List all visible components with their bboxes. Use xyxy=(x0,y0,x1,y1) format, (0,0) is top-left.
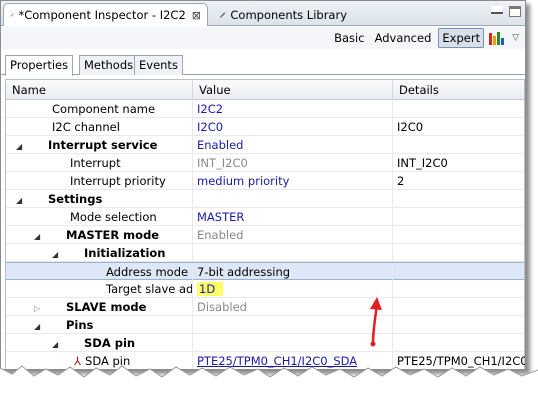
expand-arrow-icon[interactable]: ◢ xyxy=(52,338,62,352)
property-value[interactable]: Enabled xyxy=(193,226,393,244)
property-name: SDA pin xyxy=(84,336,136,350)
property-details: 2 xyxy=(397,174,405,188)
table-row[interactable]: I2C channel I2C0 I2C0 xyxy=(6,118,524,136)
table-row[interactable]: ◢ Settings xyxy=(6,190,524,208)
table-row[interactable]: ◢ SDA pin xyxy=(6,334,524,352)
components-library-icon xyxy=(219,11,226,18)
window-controls xyxy=(491,6,521,17)
property-details xyxy=(393,334,525,352)
minimize-icon[interactable] xyxy=(491,6,503,14)
property-group: ◢ SDA pin xyxy=(6,334,193,352)
property-value[interactable]: INT_I2C0 xyxy=(193,154,393,172)
property-name: Component name xyxy=(6,100,193,118)
property-value[interactable]: Enabled xyxy=(193,136,393,154)
tab-properties[interactable]: Properties xyxy=(5,55,74,76)
table-row[interactable]: ◢ Initialization xyxy=(6,244,524,262)
property-name: Interrupt priority xyxy=(6,172,193,190)
table-row[interactable]: Component name I2C2 xyxy=(6,100,524,118)
property-name: Address mode xyxy=(6,263,193,281)
property-details xyxy=(393,208,525,226)
advanced-mode-button[interactable]: Advanced xyxy=(372,29,435,47)
table-row[interactable]: Target slave add 1D H xyxy=(6,280,524,298)
table-row[interactable]: ◢ Interrupt service Enabled xyxy=(6,136,524,154)
value-input[interactable]: 1D xyxy=(197,282,224,296)
property-value[interactable] xyxy=(193,244,393,262)
property-details: INT_I2C0 xyxy=(397,156,448,170)
tab-components-library[interactable]: Components Library xyxy=(213,3,353,26)
property-details xyxy=(393,280,525,298)
table-row-selected[interactable]: Address mode 7-bit addressing xyxy=(6,262,525,281)
close-icon[interactable]: ⊠ xyxy=(192,9,201,22)
expand-arrow-icon[interactable]: ◢ xyxy=(16,194,26,208)
component-inspector-icon xyxy=(10,13,15,17)
tab-label: Components Library xyxy=(230,7,347,22)
property-name: Target slave add xyxy=(6,280,193,298)
torn-edge-decoration xyxy=(0,365,538,407)
table-row[interactable]: ◢ Pins xyxy=(6,316,524,334)
property-value[interactable]: MASTER xyxy=(193,208,393,226)
property-details: I2C0 xyxy=(397,120,424,134)
collapsed-arrow-icon[interactable]: ▷ xyxy=(34,302,44,316)
property-name: SLAVE mode xyxy=(66,300,147,314)
table-row[interactable]: Interrupt INT_I2C0 INT_I2C0 xyxy=(6,154,524,172)
property-value[interactable]: medium priority xyxy=(193,172,393,190)
column-header-name[interactable]: Name xyxy=(6,80,193,100)
expand-arrow-icon[interactable]: ◢ xyxy=(52,248,62,262)
tab-label: *Component Inspector - I2C2 xyxy=(18,8,186,22)
property-name: Interrupt xyxy=(6,154,193,172)
table-row[interactable]: Interrupt priority medium priority 2 xyxy=(6,172,524,190)
property-group: ◢ Pins xyxy=(6,316,193,334)
view-mode-toolbar: Basic Advanced Expert ▽ xyxy=(1,27,525,49)
tab-methods[interactable]: Methods xyxy=(79,55,139,75)
component-inspector-window: *Component Inspector - I2C2 ⊠ Components… xyxy=(0,0,526,370)
property-details xyxy=(393,190,525,208)
maximize-icon[interactable] xyxy=(509,6,521,17)
bar-chart-icon[interactable] xyxy=(488,30,506,46)
property-details xyxy=(393,298,525,316)
property-name: Settings xyxy=(48,192,103,206)
table-row[interactable]: ◢ MASTER mode Enabled xyxy=(6,226,524,244)
property-value[interactable]: I2C2 xyxy=(193,100,393,118)
expert-mode-button[interactable]: Expert xyxy=(438,28,485,48)
expand-arrow-icon[interactable]: ◢ xyxy=(34,230,44,244)
property-value[interactable]: I2C0 xyxy=(193,118,393,136)
editor-tab-bar: *Component Inspector - I2C2 ⊠ Components… xyxy=(1,1,525,26)
expand-arrow-icon[interactable]: ◢ xyxy=(16,140,26,154)
property-group: ◢ Initialization xyxy=(6,244,193,262)
property-value[interactable] xyxy=(193,190,393,208)
property-group: ◢ Settings xyxy=(6,190,193,208)
column-header-value[interactable]: Value xyxy=(193,80,393,100)
column-header-details[interactable]: Details xyxy=(393,80,525,100)
property-value[interactable]: 7-bit addressing xyxy=(193,263,393,281)
property-name: Pins xyxy=(66,318,94,332)
property-details xyxy=(393,226,525,244)
properties-table: Name Value Details Component name I2C2 I… xyxy=(5,79,525,369)
property-group: ◢ MASTER mode xyxy=(6,226,193,244)
property-details xyxy=(393,316,525,334)
property-group: ▷ SLAVE mode xyxy=(6,298,193,316)
property-name: Interrupt service xyxy=(48,138,158,152)
tab-component-inspector[interactable]: *Component Inspector - I2C2 ⊠ xyxy=(3,3,208,26)
property-name: MASTER mode xyxy=(66,228,160,242)
property-group: ◢ Interrupt service xyxy=(6,136,193,154)
table-row[interactable]: ▷ SLAVE mode Disabled xyxy=(6,298,524,316)
property-details xyxy=(393,244,525,262)
property-name: Initialization xyxy=(84,246,166,260)
inspector-subtabs: Properties Methods Events xyxy=(1,53,525,76)
tab-events[interactable]: Events xyxy=(134,55,183,75)
property-name: I2C channel xyxy=(6,118,193,136)
table-row[interactable]: Mode selection MASTER xyxy=(6,208,524,226)
property-name: Mode selection xyxy=(6,208,193,226)
property-details xyxy=(393,136,525,154)
table-header: Name Value Details xyxy=(6,80,524,100)
expand-arrow-icon[interactable]: ◢ xyxy=(34,320,44,334)
chevron-down-icon[interactable]: ▽ xyxy=(512,33,519,43)
annotation-arrow-icon xyxy=(370,297,382,347)
property-details xyxy=(393,263,525,281)
property-details xyxy=(393,100,525,118)
basic-mode-button[interactable]: Basic xyxy=(331,29,367,47)
